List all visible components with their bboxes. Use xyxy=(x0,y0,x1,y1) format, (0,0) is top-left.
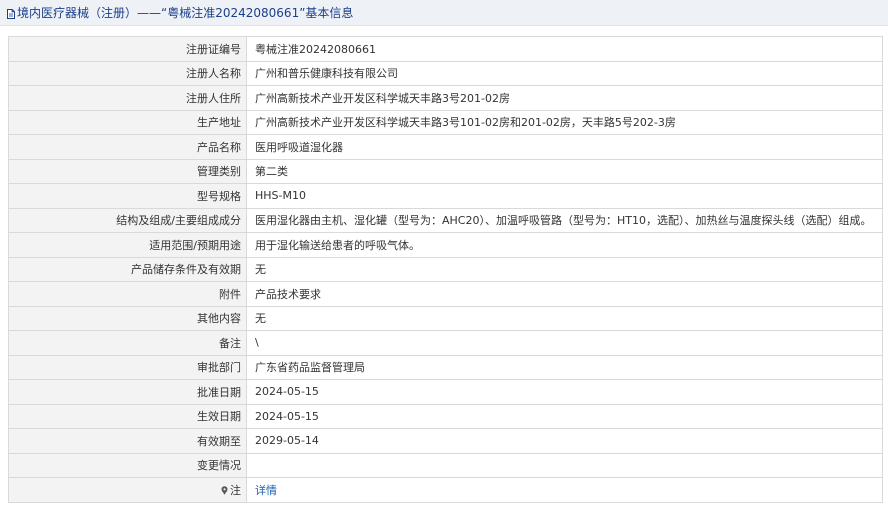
table-row: 附件 产品技术要求 xyxy=(8,281,883,307)
field-value: 医用湿化器由主机、湿化罐（型号为：AHC20）、加温呼吸管路（型号为：HT10，… xyxy=(246,207,883,233)
field-label: 备注 xyxy=(8,330,247,356)
table-row: 备注 \ xyxy=(8,330,883,356)
table-row: 审批部门 广东省药品监督管理局 xyxy=(8,354,883,380)
table-row: 批准日期 2024-05-15 xyxy=(8,379,883,405)
page-title: 境内医疗器械（注册）——“粤械注准20242080661”基本信息 xyxy=(17,6,354,20)
note-label: 注 xyxy=(230,483,241,497)
field-value: 广州和普乐健康科技有限公司 xyxy=(246,60,883,86)
table-row: 注册人住所 广州高新技术产业开发区科学城天丰路3号201-02房 xyxy=(8,85,883,111)
field-value: 2029-05-14 xyxy=(246,428,883,454)
table-row: 有效期至 2029-05-14 xyxy=(8,428,883,454)
field-value: 无 xyxy=(246,256,883,282)
table-row: 变更情况 xyxy=(8,452,883,478)
table-row: 结构及组成/主要组成成分 医用湿化器由主机、湿化罐（型号为：AHC20）、加温呼… xyxy=(8,207,883,233)
note-row: 注 详情 xyxy=(8,477,883,503)
field-label: 审批部门 xyxy=(8,354,247,380)
note-value-cell: 详情 xyxy=(246,477,883,503)
table-row: 注册证编号 粤械注准20242080661 xyxy=(8,36,883,62)
field-label: 注册人住所 xyxy=(8,85,247,111)
field-value: \ xyxy=(246,330,883,356)
field-value: 无 xyxy=(246,305,883,331)
field-value: 医用呼吸道湿化器 xyxy=(246,134,883,160)
field-value: 2024-05-15 xyxy=(246,403,883,429)
field-label: 注册证编号 xyxy=(8,36,247,62)
field-value: 用于湿化输送给患者的呼吸气体。 xyxy=(246,232,883,258)
table-row: 生产地址 广州高新技术产业开发区科学城天丰路3号101-02房和201-02房，… xyxy=(8,109,883,135)
field-label: 管理类别 xyxy=(8,158,247,184)
field-value: 广东省药品监督管理局 xyxy=(246,354,883,380)
field-label: 有效期至 xyxy=(8,428,247,454)
field-label: 附件 xyxy=(8,281,247,307)
field-label: 结构及组成/主要组成成分 xyxy=(8,207,247,233)
field-value: 第二类 xyxy=(246,158,883,184)
table-row: 产品储存条件及有效期 无 xyxy=(8,256,883,282)
field-value: 广州高新技术产业开发区科学城天丰路3号201-02房 xyxy=(246,85,883,111)
table-row: 注册人名称 广州和普乐健康科技有限公司 xyxy=(8,60,883,86)
field-label: 型号规格 xyxy=(8,183,247,209)
page-header: 境内医疗器械（注册）——“粤械注准20242080661”基本信息 xyxy=(0,0,888,26)
field-label: 注册人名称 xyxy=(8,60,247,86)
table-row: 管理类别 第二类 xyxy=(8,158,883,184)
info-table-container: 注册证编号 粤械注准20242080661 注册人名称 广州和普乐健康科技有限公… xyxy=(8,36,883,503)
table-row: 其他内容 无 xyxy=(8,305,883,331)
table-row: 适用范围/预期用途 用于湿化输送给患者的呼吸气体。 xyxy=(8,232,883,258)
field-label: 生产地址 xyxy=(8,109,247,135)
field-label: 批准日期 xyxy=(8,379,247,405)
field-value: 产品技术要求 xyxy=(246,281,883,307)
table-row: 产品名称 医用呼吸道湿化器 xyxy=(8,134,883,160)
table-row: 型号规格 HHS-M10 xyxy=(8,183,883,209)
field-label: 变更情况 xyxy=(8,452,247,478)
info-table: 注册证编号 粤械注准20242080661 注册人名称 广州和普乐健康科技有限公… xyxy=(8,36,883,503)
field-value: 2024-05-15 xyxy=(246,379,883,405)
note-label-cell: 注 xyxy=(8,477,247,503)
field-value: 广州高新技术产业开发区科学城天丰路3号101-02房和201-02房，天丰路5号… xyxy=(246,109,883,135)
details-link[interactable]: 详情 xyxy=(255,484,277,497)
field-value: HHS-M10 xyxy=(246,183,883,209)
field-label: 产品名称 xyxy=(8,134,247,160)
field-value xyxy=(246,452,883,478)
pin-icon xyxy=(221,485,228,495)
document-icon xyxy=(7,8,15,19)
field-label: 产品储存条件及有效期 xyxy=(8,256,247,282)
field-value: 粤械注准20242080661 xyxy=(246,36,883,62)
field-label: 生效日期 xyxy=(8,403,247,429)
field-label: 适用范围/预期用途 xyxy=(8,232,247,258)
table-row: 生效日期 2024-05-15 xyxy=(8,403,883,429)
field-label: 其他内容 xyxy=(8,305,247,331)
